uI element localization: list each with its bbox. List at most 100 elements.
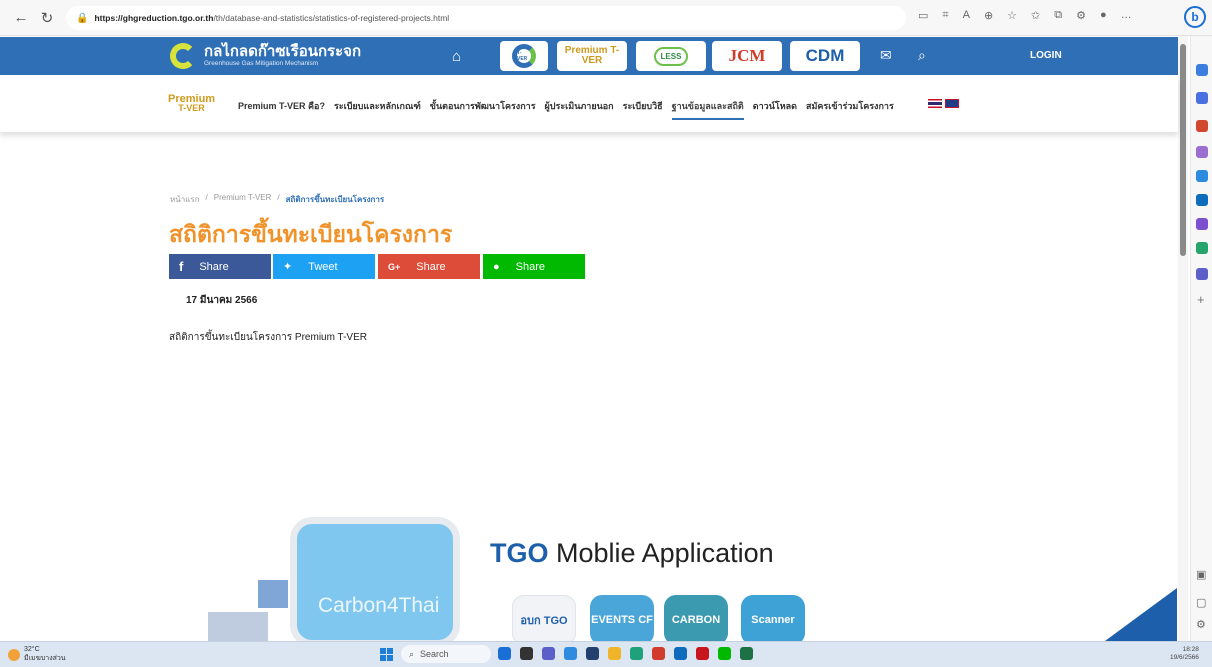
system-clock[interactable]: 18:28 19/6/2566 — [1170, 646, 1199, 662]
address-bar[interactable]: 🔒 https://ghgreduction.tgo.or.th /th/dat… — [66, 6, 906, 30]
menu-item-methodology[interactable]: ระเบียบวิธี — [623, 99, 663, 120]
extensions-icon[interactable]: ⚙ — [1076, 9, 1086, 22]
program-tver-label: T-VER — [512, 44, 536, 68]
program-less[interactable]: LESS — [636, 41, 706, 71]
facebook-icon: f — [179, 259, 184, 274]
tag-icon[interactable] — [1196, 92, 1208, 104]
menu-item-download[interactable]: ดาวน์โหลด — [753, 99, 797, 120]
games-icon[interactable] — [1196, 146, 1208, 158]
app-scanner[interactable]: Scanner — [741, 595, 805, 645]
split-screen-icon[interactable]: ▣ — [1196, 568, 1206, 581]
excel-icon[interactable] — [740, 647, 753, 660]
browser-actions: ▭ ⌗ A ⊕ ☆ ✩ ⧉ ⚙ ● … — [918, 9, 1132, 22]
refresh-icon[interactable]: ↻ — [34, 5, 60, 31]
breadcrumb-premium[interactable]: Premium T-VER — [214, 193, 272, 206]
menu-item-about[interactable]: Premium T-VER คือ? — [238, 99, 325, 120]
settings-icon[interactable]: ⚙ — [1196, 618, 1206, 631]
bing-app-icon[interactable] — [498, 647, 511, 660]
briefcase-icon[interactable] — [1196, 120, 1208, 132]
breadcrumb-current: สถิติการขึ้นทะเบียนโครงการ — [285, 195, 385, 204]
google-share-button[interactable]: G+ Share — [378, 254, 480, 279]
site-logo[interactable]: กลไกลดก๊าซเรือนกระจก Greenhouse Gas Miti… — [170, 43, 361, 69]
profile-icon[interactable]: ● — [1100, 9, 1107, 22]
program-premium-label: Premium T-VER — [564, 45, 620, 66]
collections-icon[interactable]: ⧉ — [1054, 9, 1062, 22]
add-icon[interactable]: + — [1197, 292, 1205, 307]
apps-icon[interactable]: ⌗ — [942, 9, 948, 22]
program-less-label: LESS — [653, 46, 689, 66]
taskbar-search[interactable]: ⌕ Search — [401, 645, 491, 663]
back-icon[interactable]: ← — [8, 5, 34, 31]
edge-sidebar: + ▣ ▢ ⚙ — [1190, 36, 1212, 641]
zoom-icon[interactable]: ⊕ — [984, 9, 993, 22]
bing-icon[interactable]: b — [1184, 6, 1206, 28]
pdf-icon[interactable] — [696, 647, 709, 660]
reader-icon[interactable]: ▭ — [918, 9, 928, 22]
app-events-cf[interactable]: EVENTS CF — [590, 595, 654, 645]
read-aloud-icon[interactable]: A — [963, 9, 970, 22]
edge-icon[interactable] — [630, 647, 643, 660]
sidebar-toggle-icon[interactable]: ▢ — [1196, 596, 1206, 609]
program-tver[interactable]: T-VER — [500, 41, 548, 71]
lock-icon: 🔒 — [76, 12, 89, 24]
breadcrumb: หน้าแรก / Premium T-VER / สถิติการขึ้นทะ… — [170, 193, 384, 206]
menu-item-verifiers[interactable]: ผู้ประเมินภายนอก — [545, 99, 614, 120]
scrollbar-thumb[interactable] — [1180, 44, 1186, 256]
thai-flag-icon[interactable] — [928, 99, 942, 108]
windows-start-icon[interactable] — [380, 648, 393, 661]
decorative-triangle — [1105, 588, 1177, 641]
app-carbon-label: CARBON — [671, 614, 721, 626]
app-tgo[interactable]: อบก TGO — [512, 595, 576, 645]
decorative-block — [208, 612, 268, 641]
breadcrumb-separator: / — [277, 193, 280, 202]
menu-item-process[interactable]: ขั้นตอนการพัฒนาโครงการ — [430, 99, 536, 120]
twitter-share-button[interactable]: ✦ Tweet — [273, 254, 375, 279]
mail-icon[interactable]: ✉ — [880, 47, 892, 64]
logo-title: กลไกลดก๊าซเรือนกระจก — [204, 42, 362, 60]
logo-mark-icon — [170, 43, 196, 69]
app-icon[interactable] — [652, 647, 665, 660]
app-carbon[interactable]: CARBON — [664, 595, 728, 645]
menu-item-database[interactable]: ฐานข้อมูลและสถิติ — [671, 99, 744, 120]
teams-icon[interactable] — [1196, 268, 1208, 280]
search-icon[interactable] — [1196, 64, 1208, 76]
menu-item-apply[interactable]: สมัครเข้าร่วมโครงการ — [806, 99, 894, 120]
line-share-button[interactable]: ● Share — [483, 254, 585, 279]
office-icon[interactable] — [1196, 170, 1208, 182]
post-date: 17 มีนาคม 2566 — [186, 295, 258, 306]
line-app-icon[interactable] — [718, 647, 731, 660]
more-icon[interactable]: … — [1121, 9, 1132, 22]
outlook-icon[interactable] — [674, 647, 687, 660]
line-icon: ● — [493, 260, 500, 273]
menu-item-regulations[interactable]: ระเบียบและหลักเกณฑ์ — [334, 99, 421, 120]
phone-app-text: Carbon4Thai — [318, 594, 440, 617]
weather-text: มีเมฆบางส่วน — [24, 655, 66, 662]
uk-flag-icon[interactable] — [945, 99, 959, 108]
app-section-title: TGO Moblie Application — [490, 538, 774, 569]
app-icon[interactable] — [564, 647, 577, 660]
facebook-share-button[interactable]: f Share — [169, 254, 271, 279]
breadcrumb-home[interactable]: หน้าแรก — [170, 193, 200, 206]
premium-tver-logo[interactable]: Premium T-VER — [168, 94, 215, 113]
phone-illustration — [290, 517, 460, 647]
file-explorer-icon[interactable] — [520, 647, 533, 660]
program-premium-tver[interactable]: Premium T-VER — [557, 41, 627, 71]
outlook-icon[interactable] — [1196, 194, 1208, 206]
page-title: สถิติการขึ้นทะเบียนโครงการ — [169, 221, 453, 247]
app-scanner-label: Scanner — [751, 614, 795, 626]
home-icon[interactable]: ⌂ — [452, 48, 461, 65]
weather-widget[interactable]: 32°C มีเมฆบางส่วน — [8, 646, 66, 664]
search-icon[interactable]: ⌕ — [918, 47, 926, 64]
program-jcm-label: JCM — [728, 46, 766, 65]
favorites-bar-icon[interactable]: ✩ — [1031, 9, 1040, 22]
store-icon[interactable] — [586, 647, 599, 660]
favorite-icon[interactable]: ☆ — [1007, 9, 1017, 22]
program-jcm[interactable]: JCM — [712, 41, 782, 71]
chat-icon[interactable] — [542, 647, 555, 660]
folder-icon[interactable] — [608, 647, 621, 660]
login-button[interactable]: LOGIN — [1030, 50, 1062, 61]
designer-icon[interactable] — [1196, 218, 1208, 230]
program-cdm[interactable]: CDM — [790, 41, 860, 71]
drop-icon[interactable] — [1196, 242, 1208, 254]
google-plus-icon: G+ — [388, 261, 401, 272]
